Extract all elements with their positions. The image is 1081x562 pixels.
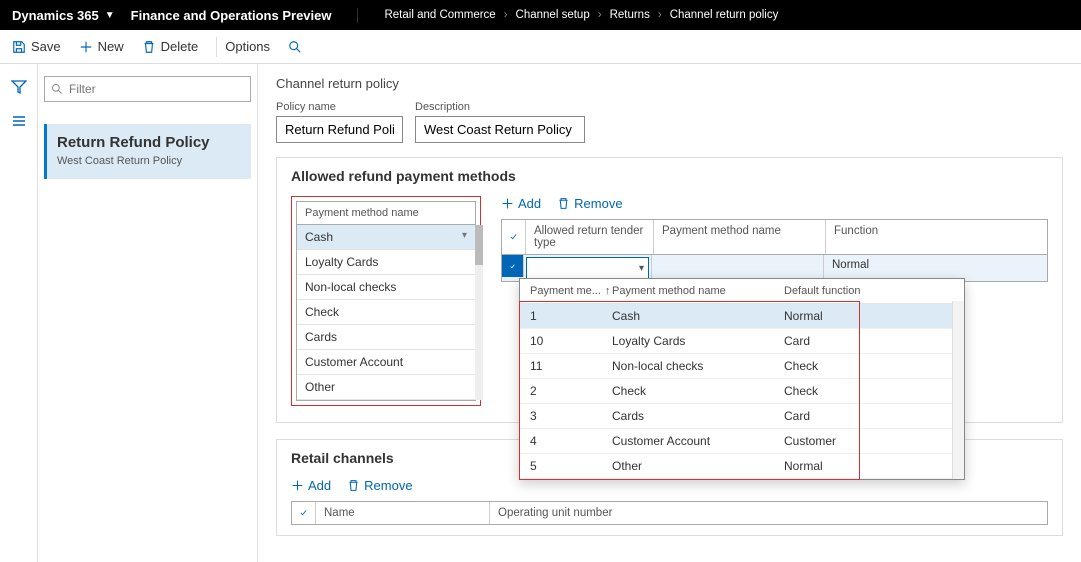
trash-icon [557,197,570,210]
related-rail-button[interactable] [6,108,32,134]
funnel-icon [11,79,27,95]
add-button[interactable]: Add [501,196,541,211]
plus-icon [501,197,514,210]
payment-methods-highlight: Payment method name Cash▾ Loyalty Cards … [291,196,481,406]
section-allowed-title: Allowed refund payment methods [291,168,1048,184]
list-item[interactable]: Cards [297,325,475,350]
lookup-row[interactable]: 5OtherNormal [520,454,964,479]
policy-item-subtitle: West Coast Return Policy [57,155,241,167]
app-switcher-chevron-icon[interactable]: ▼ [105,10,115,21]
new-button[interactable]: New [79,39,124,54]
lookup-row[interactable]: 1CashNormal [520,304,964,329]
plus-icon [291,479,304,492]
list-item[interactable]: Check [297,300,475,325]
allowed-tender-table: Allowed return tender type Payment metho… [501,219,1048,282]
payment-methods-header[interactable]: Payment method name [297,202,475,225]
policy-item-title: Return Refund Policy [57,134,241,151]
chevron-down-icon[interactable]: ▾ [462,230,467,244]
description-label: Description [415,101,585,113]
chevron-down-icon: ▾ [639,263,644,274]
list-item[interactable]: Other [297,375,475,400]
list-icon [11,113,27,129]
policy-name-label: Policy name [276,101,403,113]
chevron-right-icon: › [504,9,508,21]
lookup-row[interactable]: 4Customer AccountCustomer [520,429,964,454]
options-button[interactable]: Options [225,39,270,54]
list-item[interactable]: Customer Account [297,350,475,375]
breadcrumb-item[interactable]: Retail and Commerce [384,9,495,21]
lookup-col-fn[interactable]: Default function [784,285,954,297]
lookup-row[interactable]: 11Non-local checksCheck [520,354,964,379]
add-button[interactable]: Add [291,478,331,493]
trash-icon [347,479,360,492]
select-all-checkbox[interactable] [502,220,526,254]
scrollbar[interactable] [475,225,483,400]
filter-field[interactable] [69,82,244,96]
col-function[interactable]: Function [826,220,991,254]
tender-type-dropdown[interactable]: ▾ [526,257,649,279]
delete-button[interactable]: Delete [142,39,199,54]
remove-button[interactable]: Remove [557,196,622,211]
policy-list-item[interactable]: Return Refund Policy West Coast Return P… [44,124,251,179]
col-payment-method[interactable]: Payment method name [654,220,826,254]
breadcrumb-item[interactable]: Channel return policy [670,9,779,21]
lookup-col-name[interactable]: Payment method name [612,285,784,297]
col-operating-unit[interactable]: Operating unit number [490,502,1047,524]
page-title: Channel return policy [276,76,1063,91]
lookup-row[interactable]: 3CardsCard [520,404,964,429]
filter-rail-button[interactable] [6,74,32,100]
policy-name-input[interactable] [276,116,403,143]
chevron-right-icon: › [658,9,662,21]
list-item[interactable]: Cash▾ [297,225,475,250]
tender-lookup-popup: Payment me...↑ Payment method name Defau… [519,278,965,480]
save-icon [12,40,26,54]
row-checkbox[interactable] [502,255,524,277]
chevron-right-icon: › [598,9,602,21]
trash-icon [142,40,156,54]
search-icon [51,83,63,95]
list-item[interactable]: Loyalty Cards [297,250,475,275]
col-name[interactable]: Name [316,502,490,524]
select-all-checkbox[interactable] [292,502,316,524]
search-icon [288,40,302,54]
description-input[interactable] [415,116,585,143]
lookup-col-id[interactable]: Payment me...↑ [530,285,612,297]
app-name[interactable]: Dynamics 365 [12,8,99,23]
breadcrumb-item[interactable]: Returns [610,9,650,21]
payment-methods-list: Payment method name Cash▾ Loyalty Cards … [296,201,476,401]
list-item[interactable]: Non-local checks [297,275,475,300]
col-tender-type[interactable]: Allowed return tender type [526,220,654,254]
retail-channels-table: Name Operating unit number [291,501,1048,525]
filter-input[interactable] [44,76,251,102]
remove-button[interactable]: Remove [347,478,412,493]
breadcrumb-item[interactable]: Channel setup [516,9,590,21]
lookup-row[interactable]: 2CheckCheck [520,379,964,404]
divider [216,37,217,57]
search-button[interactable] [288,40,307,54]
lookup-row[interactable]: 10Loyalty CardsCard [520,329,964,354]
scrollbar[interactable] [952,301,964,479]
plus-icon [79,40,93,54]
module-title: Finance and Operations Preview [131,8,359,23]
breadcrumb: Retail and Commerce › Channel setup › Re… [384,9,778,21]
sort-asc-icon: ↑ [605,285,611,297]
save-button[interactable]: Save [12,39,61,54]
